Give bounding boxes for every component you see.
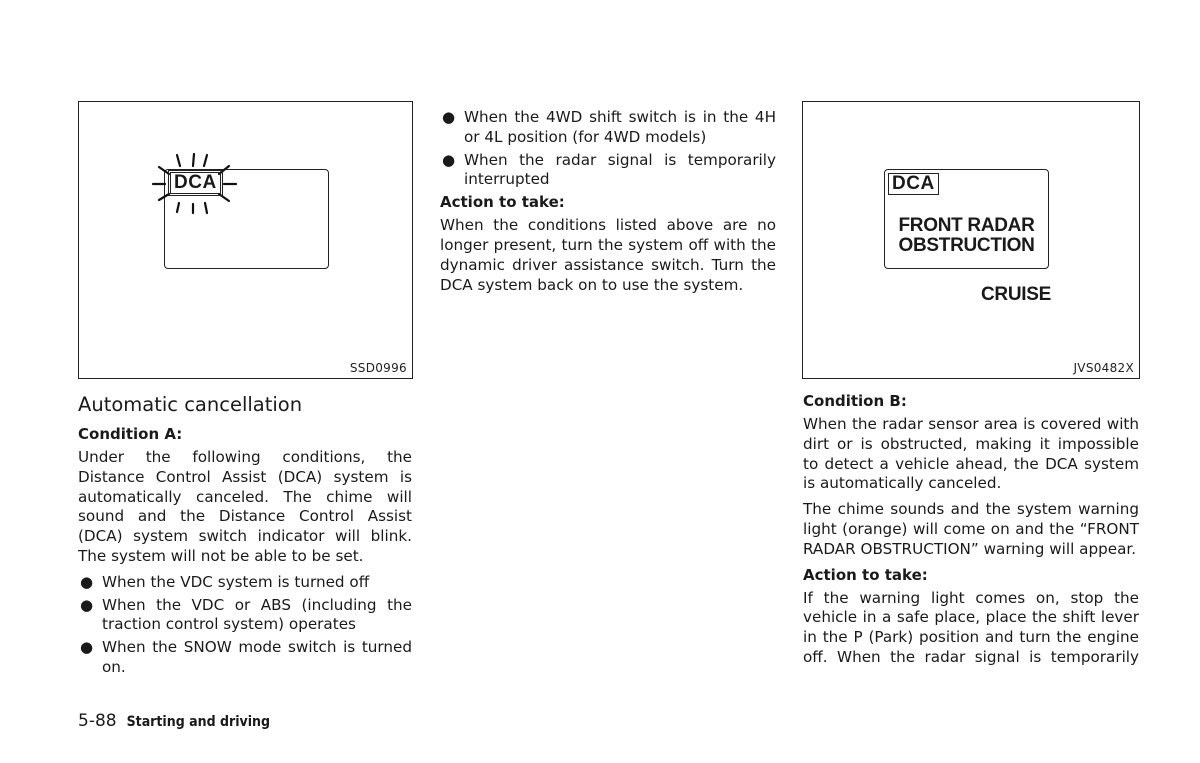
dca-indicator: DCA (888, 173, 939, 195)
display-panel: DCA FRONT RADAR OBSTRUCTION (884, 169, 1049, 269)
dca-indicator: DCA (168, 170, 223, 196)
section-title: Starting and driving (126, 714, 271, 730)
figure-dca-indicator-blinking: DCA SSD0996 (78, 101, 413, 379)
middle-column: ● When the 4WD shift switch is in the 4H … (440, 108, 776, 301)
cruise-indicator: CRUISE (981, 284, 1051, 305)
bullet-icon: ● (80, 638, 94, 657)
list-item: ● When the VDC system is turned off (80, 572, 370, 591)
list-item: ● When the VDC or ABS (including the trac… (80, 595, 412, 634)
page-footer: 5-88 Starting and driving (78, 711, 270, 731)
warning-message: FRONT RADAR OBSTRUCTION (885, 216, 1048, 256)
figure-front-radar-obstruction: DCA FRONT RADAR OBSTRUCTION CRUISE JVS04… (802, 101, 1140, 379)
list-item: ● When the 4WD shift switch is in the 4H … (442, 108, 776, 146)
bullet-icon: ● (80, 572, 94, 591)
section-heading: Automatic cancellation (78, 393, 303, 416)
left-column: Automatic cancellation Condition A: Unde… (78, 393, 412, 681)
condition-a-list: ● When the VDC system is turned off ● When… (78, 573, 412, 678)
chime-text: The chime sounds and the system warning … (803, 500, 1139, 558)
right-column: Condition B: When the radar sensor area … (803, 392, 1139, 674)
warning-message-line1: FRONT RADAR (898, 215, 1035, 236)
bullet-icon: ● (442, 108, 456, 126)
condition-b-heading: Condition B: (803, 392, 907, 410)
condition-b-text: When the radar sensor area is covered wi… (803, 415, 1139, 493)
action-heading: Action to take: (803, 565, 928, 584)
action-text: When the conditions listed above are no … (440, 216, 776, 294)
bullet-icon: ● (80, 595, 94, 614)
condition-a-list-continued: ● When the 4WD shift switch is in the 4H … (440, 108, 776, 190)
figure-code: SSD0996 (349, 361, 407, 375)
list-item: ● When the SNOW mode switch is turned on. (80, 638, 412, 676)
figure-code: JVS0482X (1073, 361, 1134, 375)
condition-a-heading: Condition A: (78, 425, 183, 443)
warning-message-line2: OBSTRUCTION (898, 235, 1035, 256)
list-item: ● When the radar signal is temporarily in… (442, 150, 776, 189)
action-heading: Action to take: (440, 193, 565, 212)
bullet-icon: ● (442, 150, 456, 169)
action-text: If the warning light comes on, stop the … (803, 588, 1139, 666)
condition-a-text: Under the following conditions, the Dist… (78, 448, 412, 565)
page-number: 5-88 (78, 711, 117, 731)
